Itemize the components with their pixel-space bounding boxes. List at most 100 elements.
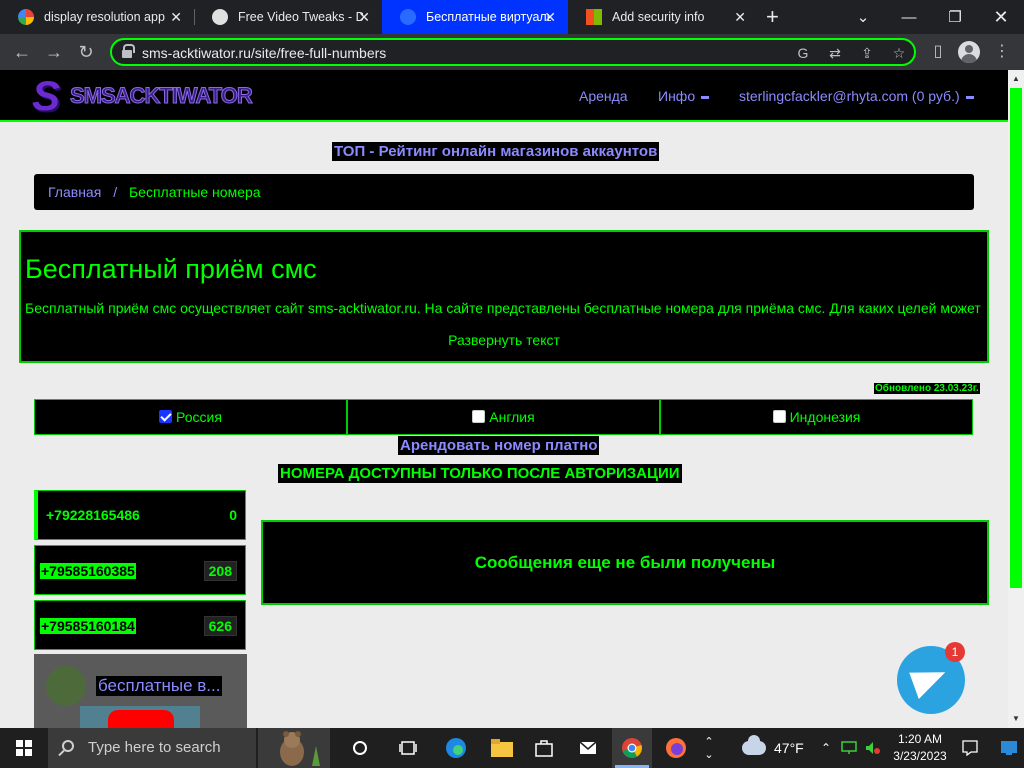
close-tab-icon[interactable]: ✕ [544, 9, 556, 26]
reload-button[interactable]: ↻ [74, 40, 98, 64]
cloud-icon [742, 735, 766, 755]
messages-panel: Сообщения еще не были получены [261, 520, 989, 605]
translate-icon[interactable]: ⇄ [824, 43, 846, 63]
country-tab-russia[interactable]: Россия [34, 399, 347, 435]
tab-title: Бесплатные виртуалы [426, 10, 551, 24]
scroll-up-arrow-icon[interactable]: ▲ [1010, 74, 1022, 88]
telegram-button[interactable]: 1 [897, 642, 965, 714]
show-hidden-icons-chevron[interactable]: ⌃ [816, 728, 836, 768]
side-panel-icon[interactable]: ▯ [926, 40, 950, 64]
profile-avatar[interactable] [958, 41, 980, 63]
network-icon[interactable] [838, 728, 860, 768]
clock-date: 3/23/2023 [893, 749, 947, 763]
tab-add-security-info[interactable]: Add security info ✕ [568, 0, 758, 34]
site-favicon-icon [212, 9, 228, 25]
auth-required-notice: НОМЕРА ДОСТУПНЫ ТОЛЬКО ПОСЛЕ АВТОРИЗАЦИИ [278, 464, 682, 483]
site-favicon-icon [400, 9, 416, 25]
checkbox-icon[interactable] [772, 410, 786, 423]
volume-muted-icon[interactable] [862, 728, 884, 768]
search-icon [62, 740, 74, 752]
tab-display-resolution[interactable]: display resolution app ✕ [0, 0, 194, 34]
site-header: S SMSACKTIWATOR Аренда Инфо sterlingcfac… [0, 70, 1008, 122]
phone-number-item[interactable]: +79585160184 626 [34, 600, 246, 650]
breadcrumb-separator: / [113, 184, 118, 200]
notification-badge: 1 [945, 642, 965, 662]
cortana-icon[interactable] [340, 728, 380, 768]
expand-text-link[interactable]: Развернуть текст [21, 332, 987, 348]
tab-free-video-tweaks[interactable]: Free Video Tweaks - Do ✕ [194, 0, 382, 34]
forward-button[interactable]: → [42, 40, 66, 64]
browser-toolbar: ← → ↻ sms-acktiwator.ru/site/free-full-n… [0, 34, 1024, 70]
rent-paid-number-link[interactable]: Арендовать номер платно [398, 436, 600, 455]
logo-text: SMSACKTIWATOR [70, 83, 254, 109]
share-icon[interactable]: ⇪ [856, 43, 878, 63]
tab-title: Add security info [612, 10, 705, 24]
youtube-video-embed[interactable]: бесплатные в... [34, 654, 247, 728]
lock-icon [122, 44, 135, 58]
close-tab-icon[interactable]: ✕ [170, 9, 182, 26]
phone-number: +79228165486 [46, 507, 140, 523]
tab-title: display resolution app [44, 10, 165, 24]
nav-info-dropdown[interactable]: Инфо [658, 88, 710, 104]
country-tab-england[interactable]: Англия [347, 399, 660, 435]
system-clock[interactable]: 1:20 AM 3/23/2023 [886, 731, 954, 765]
country-label: Индонезия [789, 409, 861, 425]
phone-number-item[interactable]: +79228165486 0 [34, 490, 246, 540]
tab-title: Free Video Tweaks - Do [238, 10, 363, 24]
minimize-button[interactable]: — [886, 0, 932, 34]
message-count: 0 [229, 507, 237, 523]
country-tab-indonesia[interactable]: Индонезия [660, 399, 973, 435]
intro-text: Бесплатный приём смс осуществляет сайт s… [25, 300, 981, 316]
page-content: ТОП - Рейтинг онлайн магазинов аккаунтов… [0, 122, 1008, 728]
close-window-button[interactable]: ✕ [978, 0, 1024, 34]
tab-search-chevron-icon[interactable]: ⌄ [840, 0, 886, 34]
notification-center-icon[interactable] [958, 728, 982, 768]
video-title[interactable]: бесплатные в... [96, 676, 223, 696]
windows-start-icon[interactable] [0, 728, 48, 768]
weather-widget[interactable]: 47°F [742, 728, 804, 768]
checkbox-checked-icon[interactable] [159, 410, 173, 423]
google-lens-icon[interactable]: G [792, 43, 814, 63]
task-view-icon[interactable] [388, 728, 428, 768]
breadcrumb-home-link[interactable]: Главная [48, 184, 101, 200]
browser-tab-strip: display resolution app ✕ Free Video Twea… [0, 0, 1024, 34]
mail-icon[interactable] [568, 728, 608, 768]
page-title: Бесплатный приём смс [25, 254, 317, 284]
search-placeholder: Type here to search [88, 739, 221, 756]
google-icon [18, 9, 34, 25]
nav-info-label: Инфо [658, 88, 696, 104]
restore-button[interactable]: ❐ [932, 0, 978, 34]
address-bar[interactable]: sms-acktiwator.ru/site/free-full-numbers… [110, 38, 916, 66]
scroll-down-arrow-icon[interactable]: ▼ [1010, 714, 1022, 728]
chrome-icon[interactable] [612, 728, 652, 768]
close-tab-icon[interactable]: ✕ [358, 9, 370, 26]
taskbar-scroll-icon[interactable]: ⌃ ⌄ [700, 728, 718, 768]
messages-empty-text: Сообщения еще не были получены [474, 553, 776, 572]
new-tab-button[interactable]: + [766, 4, 779, 30]
phone-number-item[interactable]: +79585160385 208 [34, 545, 246, 595]
close-tab-icon[interactable]: ✕ [734, 9, 746, 26]
bookmark-star-icon[interactable]: ☆ [888, 43, 910, 63]
taskbar-search-box[interactable]: Type here to search [48, 728, 256, 768]
top-rating-link[interactable]: ТОП - Рейтинг онлайн магазинов аккаунтов [332, 142, 660, 161]
microsoft-store-icon[interactable] [524, 728, 564, 768]
country-label: Россия [176, 409, 222, 425]
nav-account-dropdown[interactable]: sterlingcfackler@rhyta.com (0 руб.) [739, 88, 974, 104]
back-button[interactable]: ← [10, 40, 34, 64]
checkbox-icon[interactable] [472, 410, 486, 423]
country-label: Англия [489, 409, 535, 425]
firefox-icon[interactable] [656, 728, 696, 768]
logo-s-mark: S [32, 72, 61, 119]
channel-avatar[interactable] [46, 666, 86, 706]
updated-badge: Обновлено 23.03.23г. [874, 383, 980, 394]
search-highlight-image[interactable] [258, 728, 330, 768]
page-scrollbar-thumb[interactable] [1010, 88, 1022, 588]
edge-browser-icon[interactable] [436, 728, 476, 768]
file-explorer-icon[interactable] [482, 728, 522, 768]
nav-rent-link[interactable]: Аренда [579, 88, 628, 104]
tab-free-virtual-numbers[interactable]: Бесплатные виртуалы ✕ [382, 0, 568, 34]
youtube-play-icon[interactable] [108, 710, 174, 728]
show-desktop-icon[interactable] [994, 728, 1024, 768]
menu-kebab-icon[interactable]: ⋮ [990, 40, 1014, 64]
breadcrumb: Главная / Бесплатные номера [34, 174, 974, 210]
